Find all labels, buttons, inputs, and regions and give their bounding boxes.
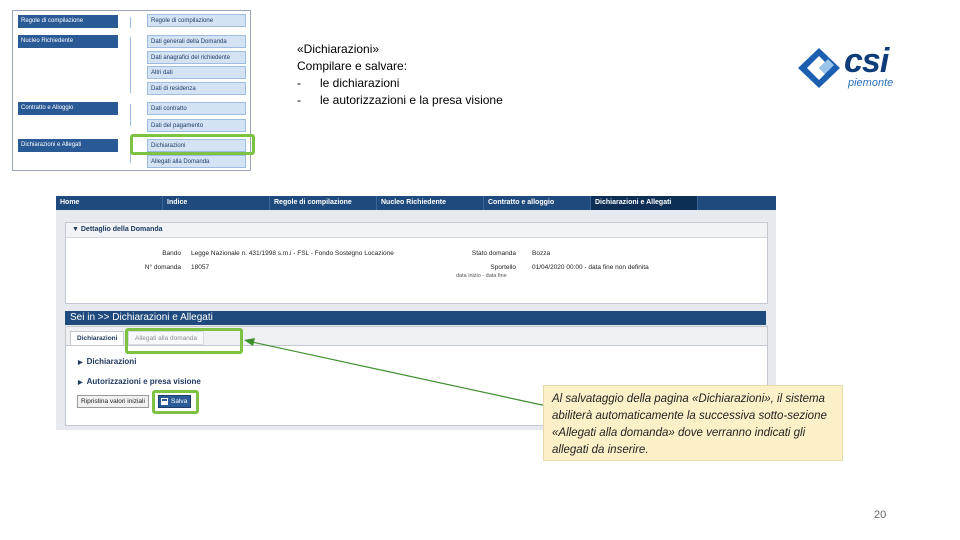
bando-value: Legge Nazionale n. 431/1998 s.m.i - FSL …: [191, 250, 394, 257]
tree-section-dichiarazioni[interactable]: Dichiarazioni e Allegati: [18, 139, 118, 152]
tree-item-dati-pagamento[interactable]: Dati del pagamento: [147, 119, 246, 132]
tab-dichiarazioni[interactable]: Dichiarazioni: [70, 331, 125, 345]
tree-item-dati-residenza[interactable]: Dati di residenza: [147, 82, 246, 95]
section-autorizzazioni[interactable]: ▶ Autorizzazioni e presa visione: [78, 377, 201, 386]
stato-domanda-value: Bozza: [532, 250, 551, 257]
logo-subtitle: piemonte: [848, 77, 894, 89]
logo-wordmark: csi: [844, 42, 889, 80]
tree-connector: [130, 37, 131, 93]
navigation-tree-thumbnail: Regole di compilazione Nucleo Richiedent…: [12, 10, 255, 171]
highlight-allegati-tab: [125, 328, 243, 354]
instruction-item: - le dichiarazioni: [297, 75, 503, 92]
breadcrumb: Sei in >> Dichiarazioni e Allegati: [65, 311, 766, 325]
instruction-text: le dichiarazioni: [320, 76, 400, 90]
section-dichiarazioni-label: Dichiarazioni: [86, 357, 137, 366]
instruction-text: le autorizzazioni e la presa visione: [320, 93, 503, 107]
stato-domanda-label: Stato domanda: [471, 250, 516, 257]
sportello-label: Sportello: [490, 264, 516, 271]
top-navigation-bar: Home Indice Regole di compilazione Nucle…: [56, 196, 776, 210]
expand-triangle-icon: ▶: [78, 360, 83, 366]
highlight-dichiarazioni-tree: [130, 134, 255, 155]
section-dichiarazioni[interactable]: ▶ Dichiarazioni: [78, 357, 136, 366]
bando-label: Bando: [162, 250, 181, 257]
expand-triangle-icon: ▶: [78, 380, 83, 386]
sportello-value: 01/04/2020 00:00 - data fine non definit…: [532, 264, 649, 271]
page-number: 20: [874, 509, 887, 521]
tree-section-contratto[interactable]: Contratto e Alloggio: [18, 102, 118, 115]
nav-nucleo[interactable]: Nucleo Richiedente: [377, 196, 484, 210]
tree-item-allegati[interactable]: Allegati alla Domanda: [147, 155, 246, 168]
csi-logo-mark-icon: [798, 48, 840, 88]
section-autorizzazioni-label: Autorizzazioni e presa visione: [86, 377, 201, 386]
nav-regole[interactable]: Regole di compilazione: [270, 196, 377, 210]
instruction-item: - le autorizzazioni e la presa visione: [297, 92, 503, 109]
nav-contratto[interactable]: Contratto e alloggio: [484, 196, 591, 210]
numero-domanda-value: 18057: [191, 264, 210, 271]
tree-connector: [130, 17, 131, 28]
tree-connector: [130, 104, 131, 126]
bullet-dash: -: [297, 76, 301, 90]
nav-home[interactable]: Home: [56, 196, 163, 210]
sportello-subtitle: data inizio - data fine: [456, 273, 507, 279]
tree-section-regole[interactable]: Regole di compilazione: [18, 15, 118, 28]
tree-section-nucleo[interactable]: Nucleo Richiedente: [18, 35, 118, 48]
dettaglio-domanda-panel: ▼ Dettaglio della Domanda Bando Legge Na…: [65, 222, 768, 304]
tree-item-regole[interactable]: Regole di compilazione: [147, 14, 246, 27]
tree-item-dati-anagrafici[interactable]: Dati anagrafici del richiedente: [147, 51, 246, 64]
instructions-block: «Dichiarazioni» Compilare e salvare: - l…: [297, 41, 503, 109]
bullet-dash: -: [297, 93, 301, 107]
instructions-title: «Dichiarazioni»: [297, 42, 380, 56]
instructions-subtitle: Compilare e salvare:: [297, 59, 408, 73]
csi-piemonte-logo: csi piemonte: [794, 42, 904, 96]
highlight-save-button: [152, 390, 199, 414]
callout-note: Al salvataggio della pagina «Dichiarazio…: [543, 385, 843, 461]
nav-indice[interactable]: Indice: [163, 196, 270, 210]
tree-item-altri-dati[interactable]: Altri dati: [147, 66, 246, 79]
ripristina-valori-button[interactable]: Ripristina valori iniziali: [77, 395, 149, 408]
nav-dichiarazioni[interactable]: Dichiarazioni e Allegati: [591, 196, 698, 210]
dettaglio-header[interactable]: ▼ Dettaglio della Domanda: [66, 223, 767, 238]
tree-item-dati-contratto[interactable]: Dati contratto: [147, 102, 246, 115]
numero-domanda-label: N° domanda: [144, 264, 181, 271]
tree-item-dati-generali[interactable]: Dati generali della Domanda: [147, 35, 246, 48]
